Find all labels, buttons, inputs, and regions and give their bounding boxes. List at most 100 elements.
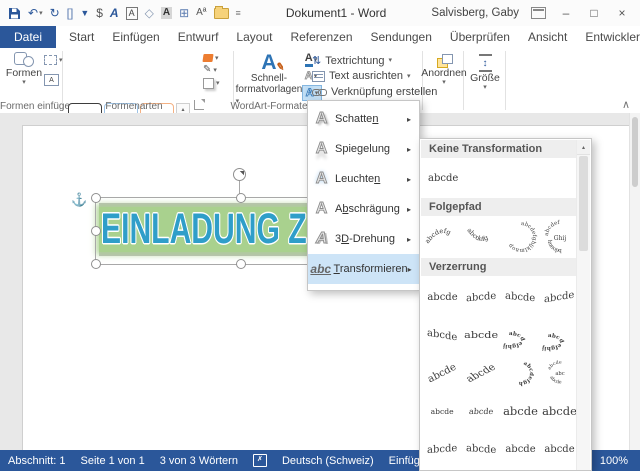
font-grow-icon[interactable]: Aª (196, 8, 206, 18)
warp-option-circle-text[interactable]: abcde abc abcde (540, 354, 579, 392)
tab-datei[interactable]: Datei (0, 26, 57, 48)
tab-ueberpruefen[interactable]: Überprüfen (441, 26, 519, 48)
anchor-icon: ⚓ (71, 192, 88, 207)
proofing-icon[interactable]: ✗ (252, 454, 267, 467)
warp-option-grow[interactable]: abcde (501, 392, 540, 430)
warp-option-triangle-up[interactable]: abcde (462, 278, 501, 316)
warp-option-fade-right[interactable]: abcde (423, 392, 462, 430)
textbox-button[interactable]: A (44, 74, 59, 86)
warp-option-curve-up[interactable]: abcde (423, 354, 462, 392)
download-arrow-icon[interactable]: ▼ (80, 8, 89, 18)
warp-option-wide[interactable]: abcde (462, 316, 501, 354)
edit-shape-button[interactable]: ▾ (44, 55, 63, 65)
warp-option-ring-inside[interactable]: abcdefghij (501, 316, 540, 354)
quick-access-toolbar: ↶ ▾ ↻ [] ▼ $ A A ◇ A ⊞ Aª ≡ (0, 5, 241, 20)
warp-option-curve-down[interactable]: abcde (462, 354, 501, 392)
transform-submenu: Keine Transformation abcde Folgepfad abc… (419, 138, 592, 471)
status-words[interactable]: 3 von 3 Wörtern (160, 455, 238, 467)
menu-item-spiegelung[interactable]: A Spiegelung ▸ (308, 134, 419, 164)
pen-icon: ✎ (203, 64, 212, 75)
undo-icon[interactable]: ↶ ▾ (28, 7, 43, 19)
tab-einfuegen[interactable]: Einfügen (103, 26, 168, 48)
warp-option-fade-left[interactable]: abcde (462, 392, 501, 430)
rotation-handle[interactable] (233, 168, 246, 181)
save-icon[interactable] (8, 7, 21, 20)
character-border-icon[interactable]: A (125, 6, 138, 20)
tab-layout[interactable]: Layout (227, 26, 281, 48)
arrange-button[interactable]: Anordnen ▾ (421, 54, 467, 86)
warp-option-circle-pour[interactable]: abcdefgh (501, 354, 540, 392)
tab-entwicklertools[interactable]: Entwicklertools (576, 26, 640, 48)
status-page[interactable]: Seite 1 von 1 (80, 455, 144, 467)
close-button[interactable]: × (614, 6, 630, 20)
tab-sendungen[interactable]: Sendungen (362, 26, 441, 48)
size-button[interactable]: ↕ Größe ▾ (467, 54, 503, 91)
submenu-scroll-thumb[interactable] (579, 156, 588, 251)
tab-entwurf[interactable]: Entwurf (169, 26, 228, 48)
warp-option-ring-outside[interactable]: abcdefghij (540, 316, 579, 354)
shape-effect-icon (203, 78, 214, 89)
submenu-scroll-up-icon[interactable]: ▴ (577, 140, 590, 155)
transform-option-arch-down[interactable]: abcdefg (463, 218, 501, 256)
scrollbar-thumb[interactable] (632, 117, 638, 187)
submenu-scrollbar[interactable]: ▴ (576, 140, 590, 470)
quick-styles-button[interactable]: A ✎ Schnell- formatvorlagen ▾ (236, 52, 303, 106)
field-brackets-icon[interactable]: [] (67, 7, 74, 19)
handle-top-center[interactable] (236, 193, 246, 203)
menu-item-abschraegung[interactable]: A Abschrägung ▸ (308, 194, 419, 224)
currency-icon[interactable]: $ (96, 7, 103, 19)
glow-effect-icon: A (315, 170, 328, 187)
warp-option-chevron-up[interactable]: abcde (540, 278, 579, 316)
warp-option-slant-up[interactable]: abcde (423, 430, 462, 468)
menu-item-leuchten[interactable]: A Leuchten ▸ (308, 164, 419, 194)
table-icon[interactable]: ⊞ (179, 7, 189, 19)
shape-outline-icon[interactable]: ◇ (145, 7, 154, 19)
handle-middle-left[interactable] (91, 226, 101, 236)
shape-effects-button[interactable]: ▾ (203, 78, 220, 89)
create-link-button[interactable]: Verknüpfung erstellen (312, 86, 437, 98)
align-text-button[interactable]: Text ausrichten ▾ (312, 70, 411, 82)
chain-icon (312, 88, 327, 96)
maximize-button[interactable]: □ (586, 6, 602, 20)
open-folder-icon[interactable] (213, 5, 229, 19)
redo-icon[interactable]: ↻ (50, 7, 60, 19)
warp-option-plain-2[interactable]: abcde (501, 430, 540, 468)
transform-option-circle[interactable]: abcdefghijklmnop (502, 218, 540, 256)
account-name[interactable]: Salvisberg, Gaby (431, 7, 519, 19)
svg-text:abcdefghij: abcdefghij (541, 333, 564, 351)
zoom-level[interactable]: 100% (600, 455, 628, 467)
warp-option-triangle-down[interactable]: abcde (501, 278, 540, 316)
transform-option-arch-up[interactable]: abcdefg (424, 218, 462, 256)
ribbon-display-options-icon[interactable] (531, 7, 546, 19)
menu-item-transformieren[interactable]: abc Transformieren ▸ (308, 254, 419, 284)
shape-outline-button[interactable]: ✎ ▾ (203, 65, 220, 75)
handle-bottom-center[interactable] (236, 259, 246, 269)
warp-option-slant-down[interactable]: abcde (462, 430, 501, 468)
formenarten-dialog-launcher[interactable] (194, 100, 204, 110)
warp-option-chevron-down[interactable]: abcde (423, 316, 462, 354)
collapse-ribbon-icon[interactable]: ∧ (622, 98, 630, 111)
minimize-button[interactable]: – (558, 6, 574, 20)
formen-label: Formen (5, 67, 43, 79)
cursive-a-icon[interactable]: A (110, 7, 119, 19)
transform-option-none[interactable]: abcde (428, 163, 478, 193)
menu-item-schatten[interactable]: A Schatten ▸ (308, 104, 419, 134)
formen-button[interactable]: Formen ▾ (4, 52, 44, 86)
status-language[interactable]: Deutsch (Schweiz) (282, 455, 374, 467)
transform-option-button[interactable]: abcdef Ghij lmnopq (541, 218, 579, 256)
tab-ansicht[interactable]: Ansicht (519, 26, 576, 48)
tab-referenzen[interactable]: Referenzen (281, 26, 361, 48)
handle-bottom-left[interactable] (91, 259, 101, 269)
character-shading-icon[interactable]: A (160, 7, 173, 19)
menu-item-3d-drehung[interactable]: A 3D-Drehung ▸ (308, 224, 419, 254)
text-direction-button[interactable]: ⇅ Textrichtung ▾ (312, 54, 392, 68)
text-direction-icon: ⇅ (312, 55, 322, 67)
warp-option-plain-3[interactable]: abcde (540, 430, 579, 468)
warp-option-shrink[interactable]: abcde (540, 392, 579, 430)
shape-fill-button[interactable]: ▾ (202, 54, 220, 62)
tab-start[interactable]: Start (60, 26, 103, 48)
handle-top-left[interactable] (91, 193, 101, 203)
warp-option-square[interactable]: abcde (423, 278, 462, 316)
status-section[interactable]: Abschnitt: 1 (8, 455, 65, 467)
vertical-scrollbar[interactable] (629, 113, 640, 450)
